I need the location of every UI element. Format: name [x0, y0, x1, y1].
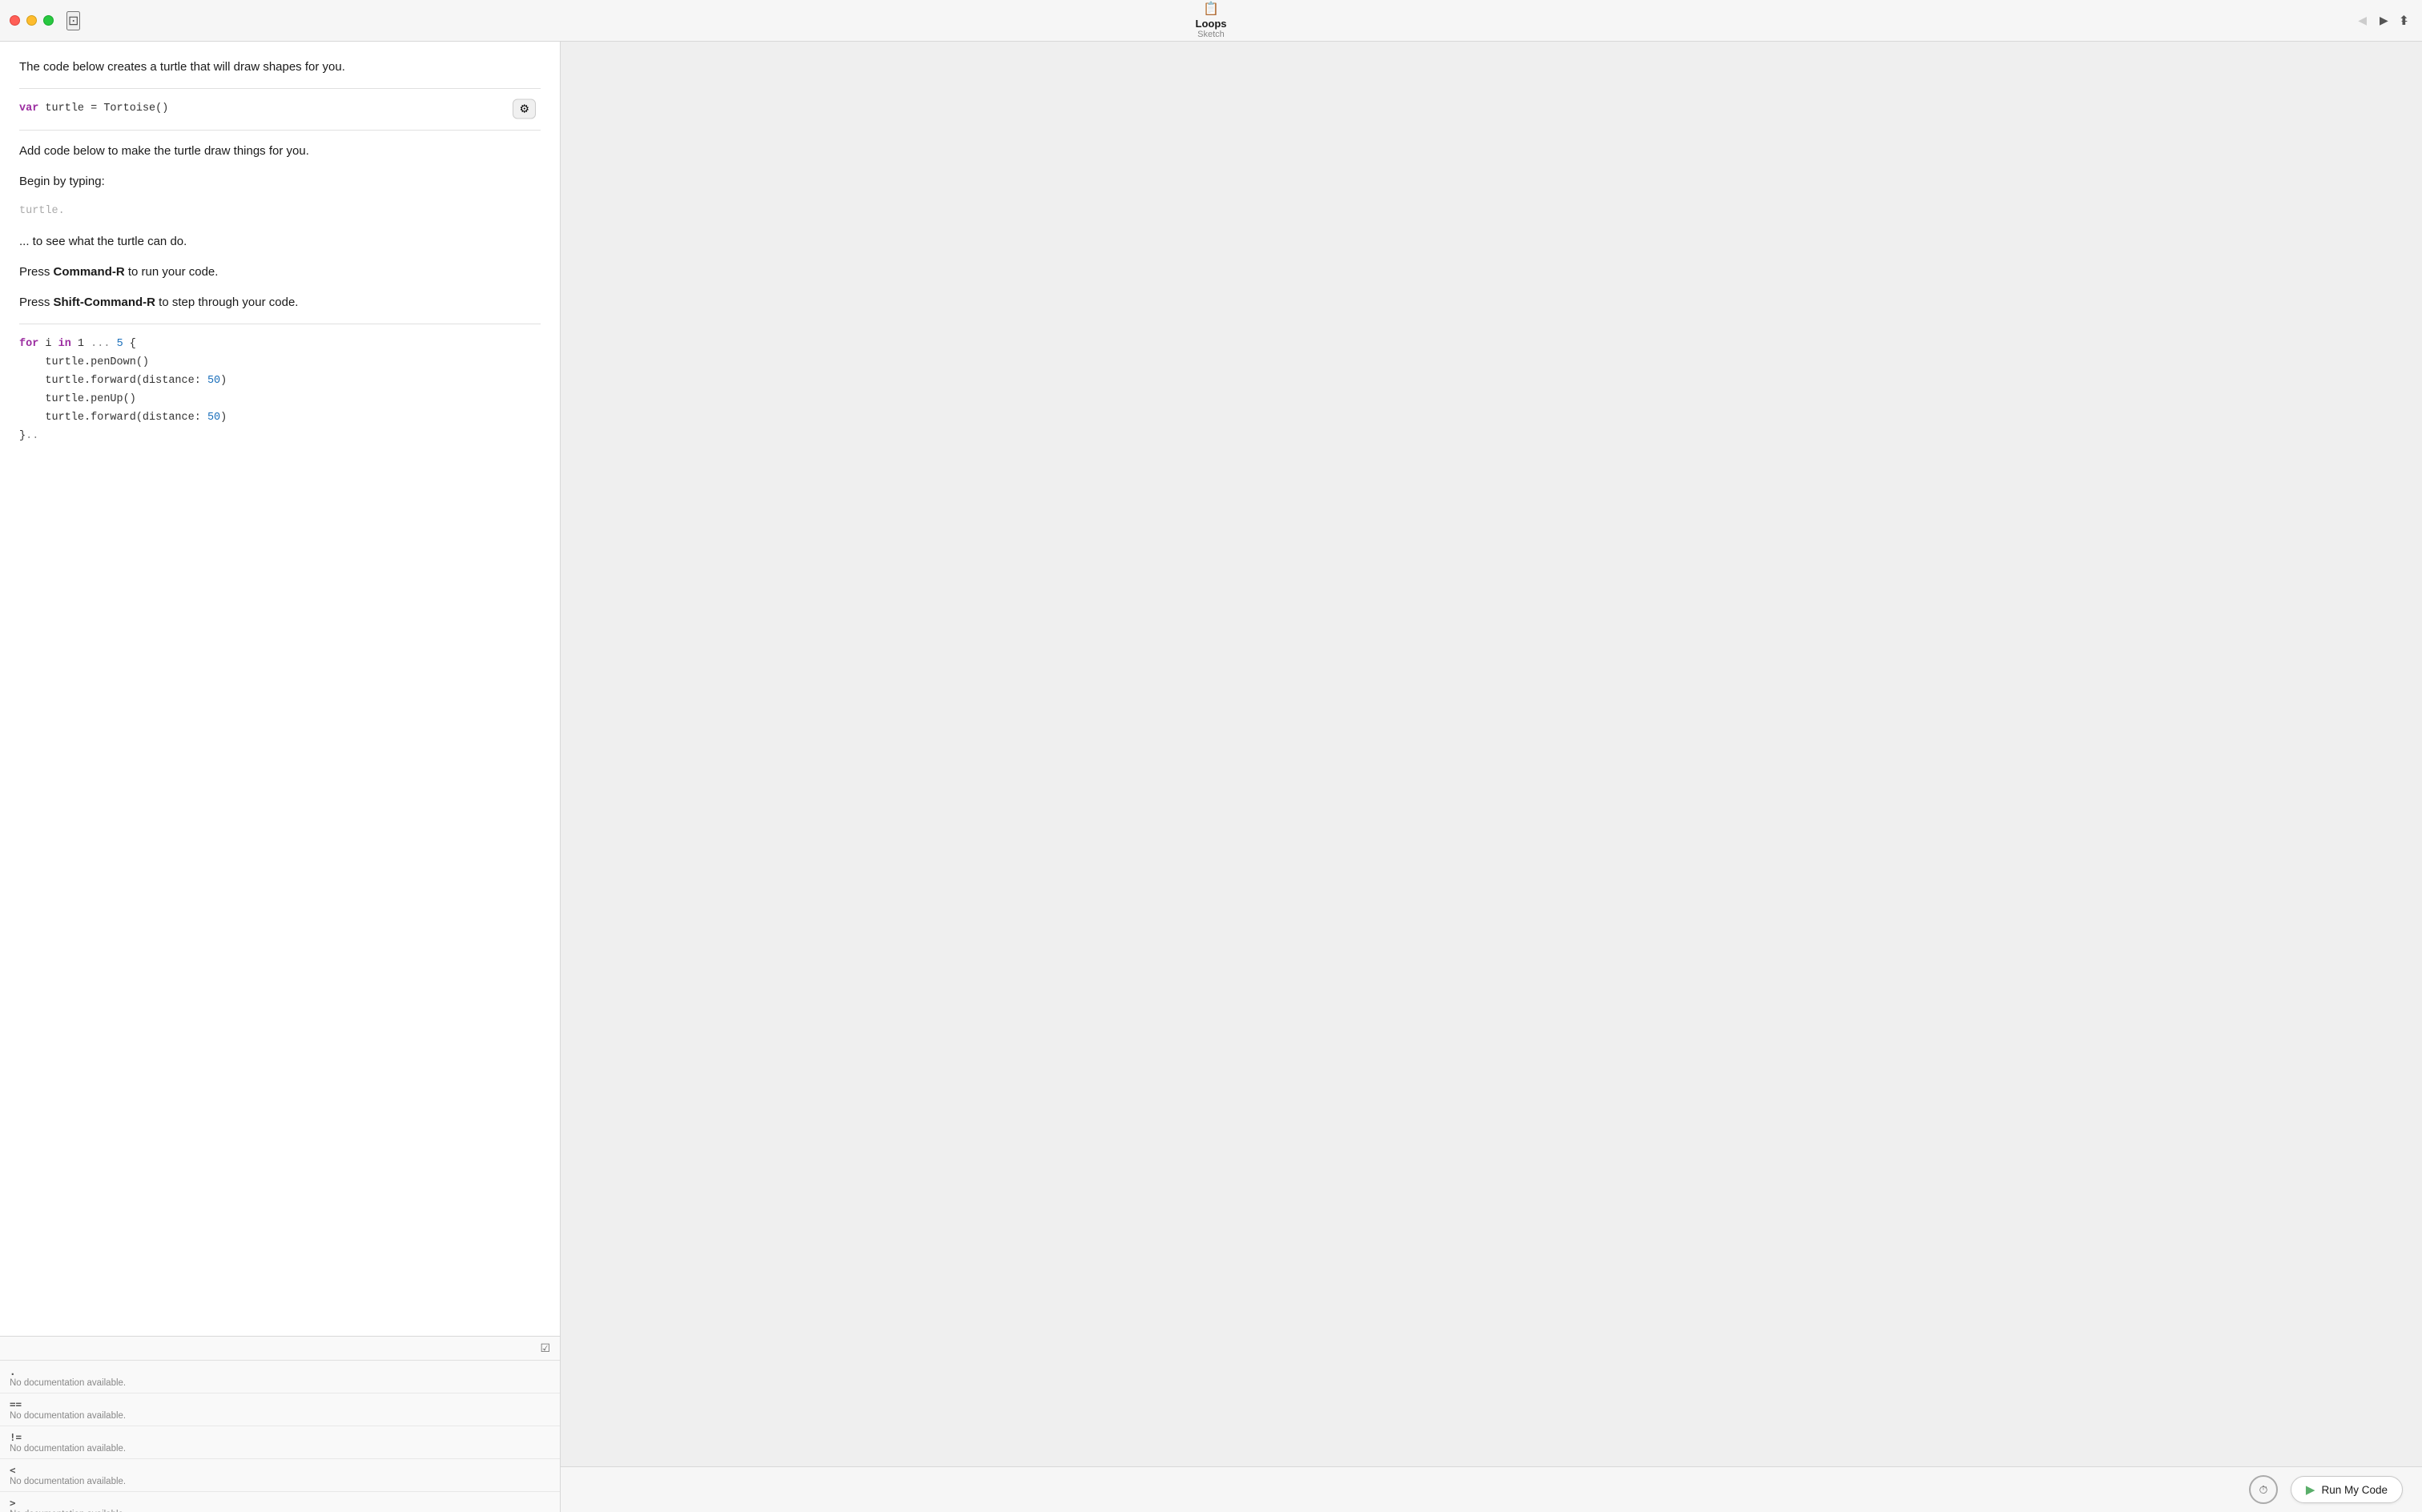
traffic-lights [10, 15, 54, 26]
instruction-3: ... to see what the turtle can do. [19, 232, 541, 251]
nav-back-button[interactable]: ◀ [2353, 10, 2372, 30]
docs-item-desc-3: No documentation available. [10, 1477, 550, 1486]
instruction-4-prefix: Press [19, 265, 54, 279]
code-block-2: turtle. [19, 203, 541, 221]
left-panel: The code below creates a turtle that wil… [0, 42, 561, 1512]
instruction-4: Press Command-R to run your code. [19, 263, 541, 282]
share-button[interactable]: ⬆ [2399, 13, 2409, 29]
docs-item-key-2: != [10, 1431, 550, 1443]
code-block-1: var turtle = Tortoise() ⚙ [19, 100, 541, 119]
speed-button[interactable]: ⏱ [2249, 1475, 2278, 1504]
num-50-2: 50 [207, 412, 220, 424]
minimize-button[interactable] [26, 15, 37, 26]
docs-item-desc-2: No documentation available. [10, 1444, 550, 1454]
code-turtle-dot: turtle. [19, 205, 65, 217]
docs-item-key-0: . [10, 1365, 550, 1377]
docs-item-desc-0: No documentation available. [10, 1378, 550, 1388]
code-block-1-pre: var turtle = Tortoise() [19, 100, 541, 119]
run-code-button[interactable]: ▶ Run My Code [2291, 1476, 2403, 1503]
speed-icon: ⏱ [2259, 1483, 2267, 1497]
divider-1 [19, 88, 541, 89]
num-5: 5 [117, 338, 123, 350]
nav-forward-button[interactable]: ▶ [2375, 10, 2393, 30]
code-turtle-assign: turtle = Tortoise() [45, 103, 168, 115]
docs-item-key-3: < [10, 1464, 550, 1476]
speed-circle: ⏱ [2249, 1475, 2278, 1504]
instruction-4-bold: Command-R [54, 265, 125, 279]
instruction-5-prefix: Press [19, 296, 54, 309]
instruction-2: Begin by typing: [19, 172, 541, 191]
close-button[interactable] [10, 15, 20, 26]
docs-item-4: > No documentation available. [0, 1492, 560, 1512]
instruction-5-bold: Shift-Command-R [54, 296, 156, 309]
instruction-4-suffix: to run your code. [125, 265, 219, 279]
code-run-button-1[interactable]: ⚙ [513, 99, 536, 119]
docs-item-desc-1: No documentation available. [10, 1411, 550, 1421]
instruction-5-suffix: to step through your code. [155, 296, 298, 309]
code-block-2-pre: turtle. [19, 203, 541, 221]
intro-text: The code below creates a turtle that wil… [19, 58, 541, 77]
canvas-area [561, 42, 2422, 1466]
code-block-loop-pre: for i in 1 ... 5 { turtle.penDown() turt… [19, 336, 541, 446]
docs-item-key-1: == [10, 1398, 550, 1410]
run-code-label: Run My Code [2321, 1484, 2388, 1496]
docs-item-2: != No documentation available. [0, 1426, 560, 1459]
main-layout: The code below creates a turtle that wil… [0, 42, 2422, 1512]
ellipsis-2: .. [26, 430, 38, 442]
divider-2 [19, 130, 541, 131]
sidebar-toggle-button[interactable]: ⊡ [66, 11, 80, 30]
docs-collapse-button[interactable]: ☑ [540, 1341, 550, 1355]
kw-var: var [19, 103, 38, 115]
docs-item-1: == No documentation available. [0, 1393, 560, 1426]
code-block-loop[interactable]: for i in 1 ... 5 { turtle.penDown() turt… [19, 336, 541, 446]
titlebar-center: 📋 Loops Sketch [1196, 1, 1227, 41]
titlebar-title: Loops [1196, 18, 1227, 30]
document-icon: 📋 [1203, 1, 1219, 17]
right-panel: ⏱ ▶ Run My Code [561, 42, 2422, 1512]
titlebar-subtitle: Sketch [1197, 30, 1225, 40]
maximize-button[interactable] [43, 15, 54, 26]
bottom-bar: ⏱ ▶ Run My Code [561, 1466, 2422, 1512]
docs-item-0: . No documentation available. [0, 1361, 560, 1393]
num-50-1: 50 [207, 375, 220, 387]
kw-for: for [19, 338, 38, 350]
docs-item-3: < No documentation available. [0, 1459, 560, 1492]
docs-panel-header: ☑ [0, 1337, 560, 1361]
kw-in: in [58, 338, 71, 350]
docs-item-key-4: > [10, 1497, 550, 1509]
play-icon: ▶ [2306, 1482, 2315, 1497]
ellipsis-1: ... [91, 338, 110, 350]
instruction-1: Add code below to make the turtle draw t… [19, 142, 541, 161]
docs-panel: ☑ . No documentation available. == No do… [0, 1336, 560, 1512]
editor-area: The code below creates a turtle that wil… [0, 42, 560, 1336]
titlebar: ⊡ 📋 Loops Sketch ◀ ▶ + ⬆ [0, 0, 2422, 42]
instruction-5: Press Shift-Command-R to step through yo… [19, 293, 541, 312]
